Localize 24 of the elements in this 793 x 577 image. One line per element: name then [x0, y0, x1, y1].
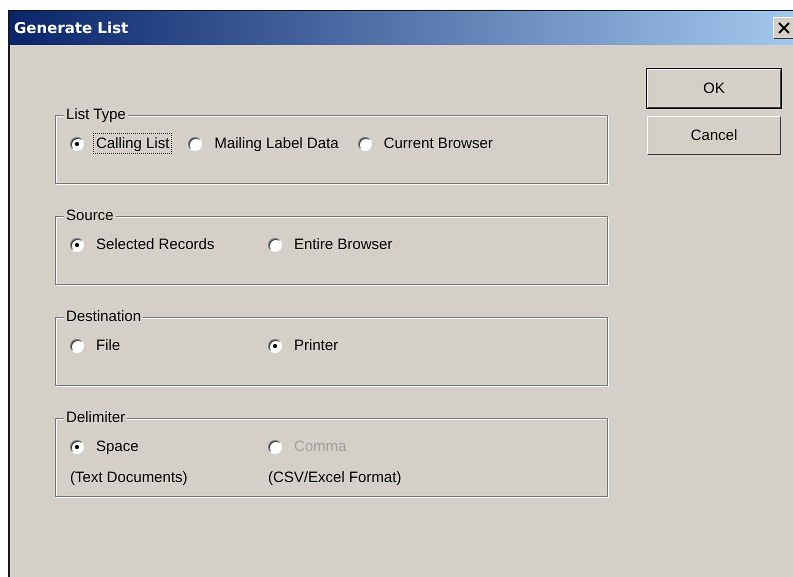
group-label: List Type: [64, 106, 128, 123]
dialog-button[interactable]: Cancel: [647, 116, 781, 155]
radio-button[interactable]: [70, 136, 84, 150]
dialog-button[interactable]: OK: [647, 69, 781, 108]
window-title: Generate List: [13, 19, 128, 37]
option-note: (CSV/Excel Format): [268, 469, 402, 486]
option-label[interactable]: Calling List: [93, 133, 172, 154]
option-label[interactable]: Selected Records: [93, 234, 218, 255]
option-label[interactable]: Entire Browser: [291, 234, 396, 255]
option-label[interactable]: File: [93, 335, 124, 356]
close-icon: [778, 22, 790, 34]
option-note: (Text Documents): [70, 469, 189, 486]
option-label[interactable]: Current Browser: [380, 133, 496, 154]
radio-button[interactable]: [70, 338, 84, 352]
option-label[interactable]: Printer: [291, 335, 342, 356]
radio-button[interactable]: [358, 136, 372, 150]
radio-button[interactable]: [268, 338, 282, 352]
radio-button[interactable]: [70, 440, 84, 454]
radio-button[interactable]: [70, 238, 84, 252]
option-label[interactable]: Mailing Label Data: [211, 133, 342, 154]
close-button[interactable]: [773, 17, 793, 39]
radio-button[interactable]: [188, 136, 202, 150]
option-label[interactable]: Space: [93, 436, 142, 457]
radio-button[interactable]: [268, 238, 282, 252]
